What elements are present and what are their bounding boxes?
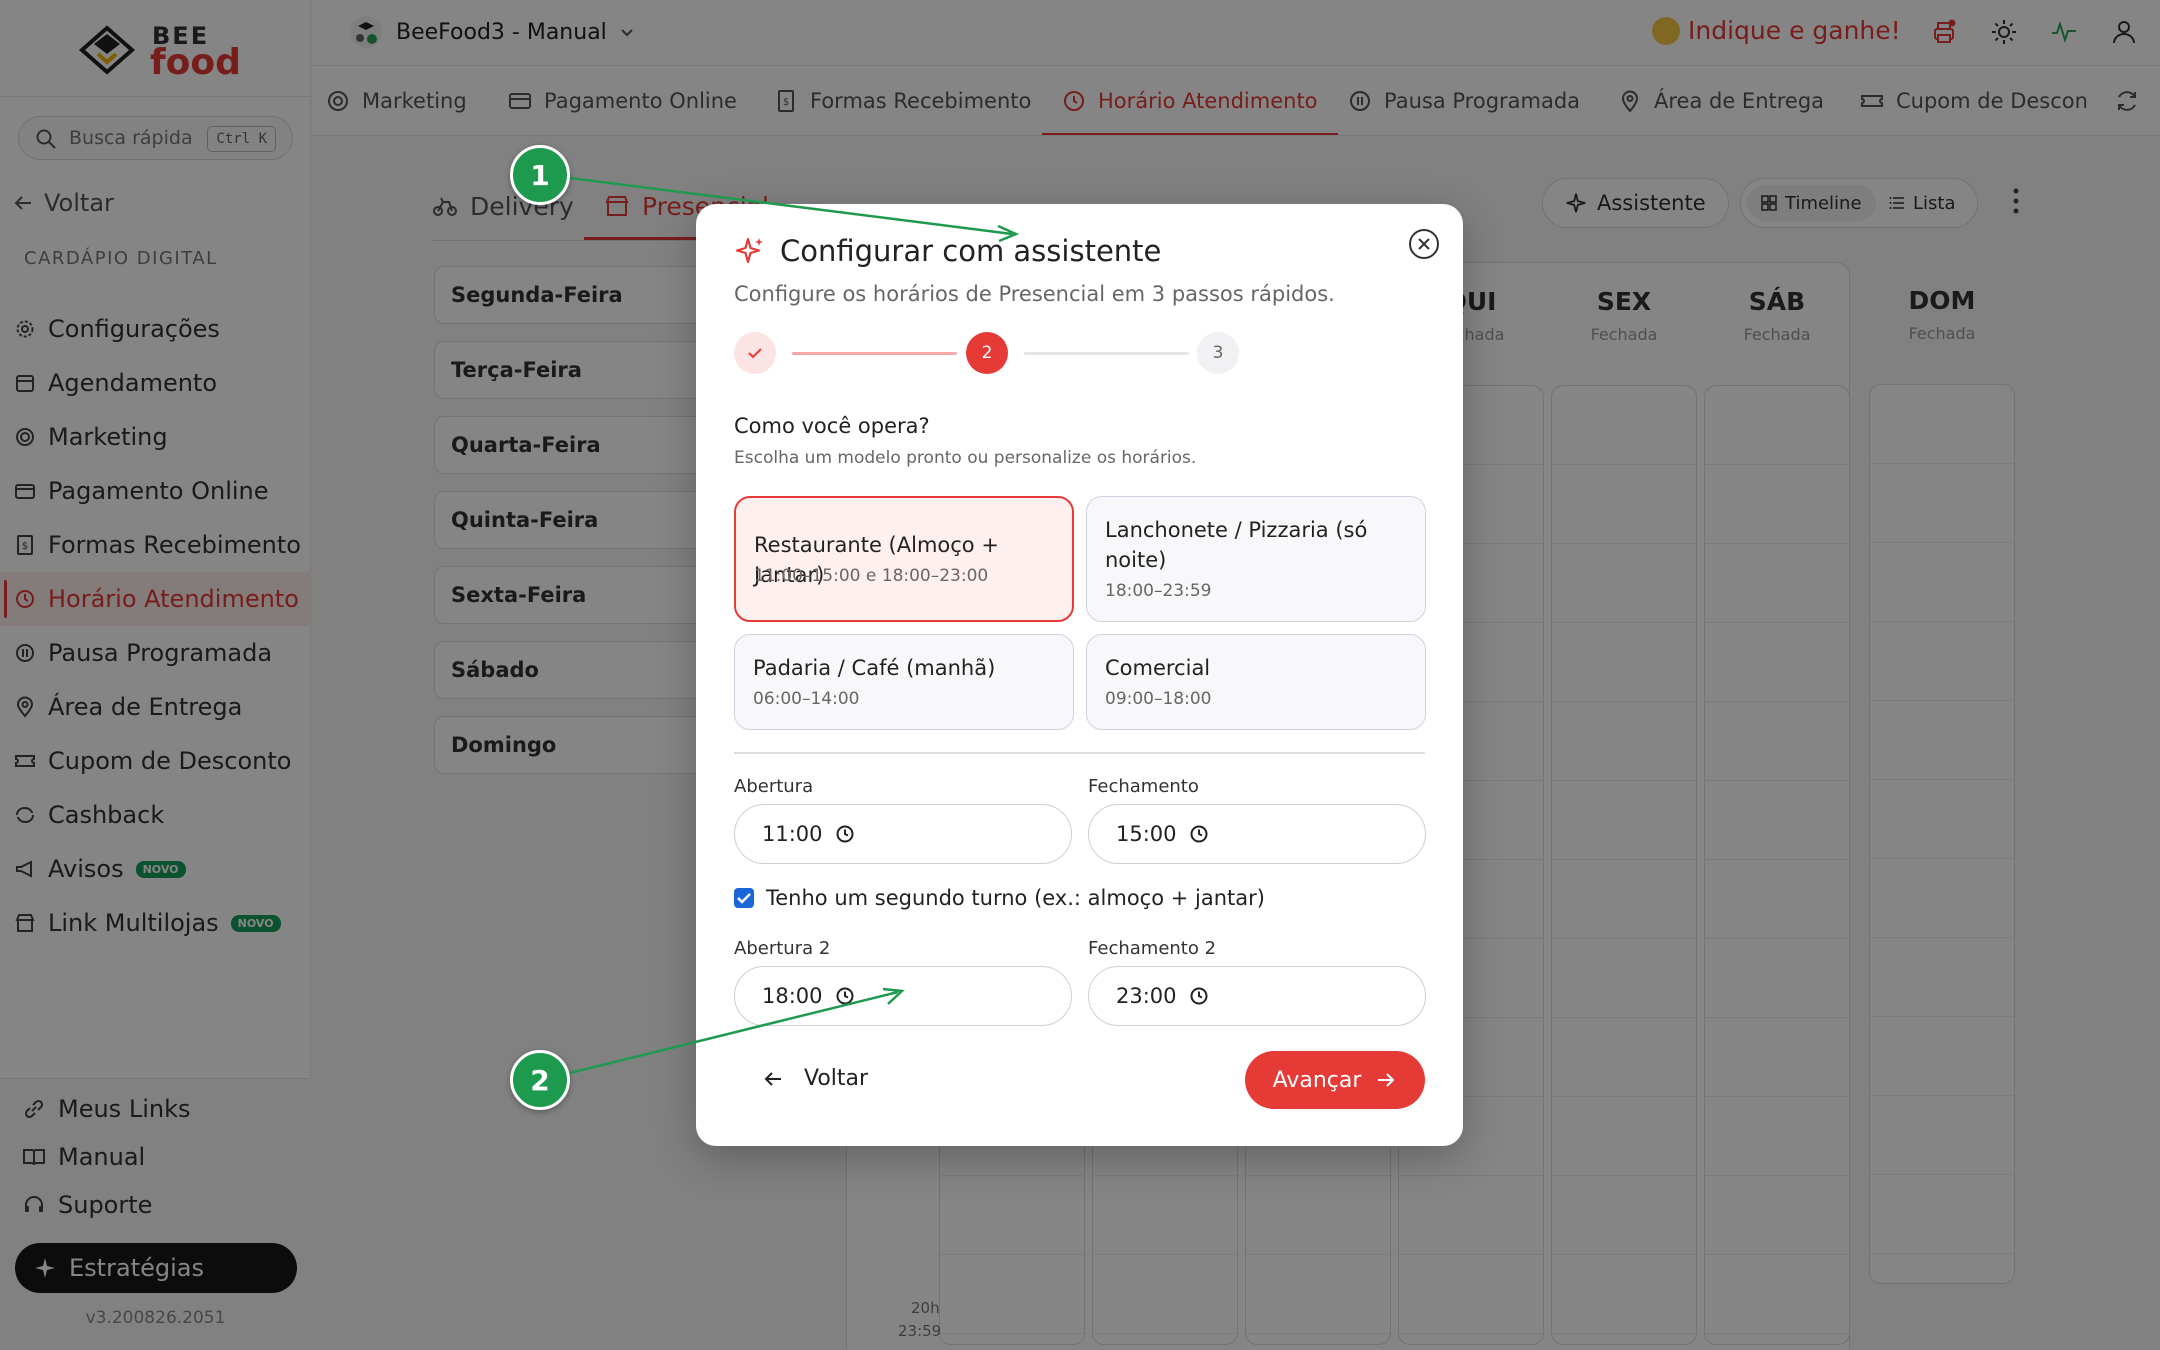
dialog-divider [734,752,1425,754]
option-hours: 11:00–15:00 e 18:00–23:00 [754,566,989,586]
opening-label: Abertura [734,776,814,797]
opening2-time-input[interactable]: 18:00 [734,966,1072,1026]
opening2-label: Abertura 2 [734,938,831,959]
back-button-label: Voltar [804,1066,869,1091]
option-lanchonete-pizzaria[interactable]: Lanchonete / Pizzaria (só noite) 18:00–2… [1086,496,1426,622]
option-hours: 18:00–23:59 [1105,581,1212,601]
assistant-dialog: Configurar com assistente Configure os h… [696,204,1463,1146]
question-hint: Escolha um modelo pronto ou personalize … [734,448,1197,468]
closing-time-input[interactable]: 15:00 [1088,804,1426,864]
clock-icon[interactable] [835,986,855,1006]
option-restaurante[interactable]: Restaurante (Almoço + Jantar) 11:00–15:0… [734,496,1074,622]
closing2-time-value: 23:00 [1116,984,1177,1008]
clock-icon[interactable] [1189,824,1209,844]
closing-label: Fechamento [1088,776,1199,797]
second-shift-label: Tenho um segundo turno (ex.: almoço + ja… [766,886,1265,910]
closing2-time-input[interactable]: 23:00 [1088,966,1426,1026]
close-icon [1418,238,1430,250]
clock-icon[interactable] [835,824,855,844]
close-button[interactable] [1409,229,1439,259]
step-connector-pending [1024,352,1189,355]
arrow-left-icon [764,1071,781,1086]
option-title: Lanchonete / Pizzaria (só noite) [1105,518,1368,572]
step-1-complete [734,332,776,374]
option-padaria-cafe[interactable]: Padaria / Café (manhã) 06:00–14:00 [734,634,1074,730]
option-comercial[interactable]: Comercial 09:00–18:00 [1086,634,1426,730]
check-icon [748,348,762,359]
option-hours: 09:00–18:00 [1105,689,1212,709]
option-title: Comercial [1105,656,1211,680]
opening-time-input[interactable]: 11:00 [734,804,1072,864]
annotation-marker-1: 1 [510,145,570,205]
step-2-current: 2 [966,332,1008,374]
annotation-marker-2: 2 [510,1050,570,1110]
question-title: Como você opera? [734,414,930,438]
sparkle-icon [735,237,763,264]
opening-time-value: 11:00 [762,822,823,846]
next-button[interactable]: Avançar [1245,1051,1425,1109]
step-3-pending: 3 [1197,332,1239,374]
dialog-title-text: Configurar com assistente [780,234,1162,268]
option-hours: 06:00–14:00 [753,689,860,709]
back-button[interactable]: Voltar [762,1066,868,1091]
clock-icon[interactable] [1189,986,1209,1006]
checkbox-checked[interactable] [734,888,754,908]
step-connector-done [792,352,957,355]
dialog-title: Configurar com assistente [734,234,1161,268]
wizard-stepper: 2 3 [734,332,1254,376]
opening2-time-value: 18:00 [762,984,823,1008]
option-title: Padaria / Café (manhã) [753,656,996,680]
check-icon [737,893,751,904]
arrow-right-icon [1378,1073,1395,1087]
next-button-label: Avançar [1272,1067,1362,1093]
closing2-label: Fechamento 2 [1088,938,1217,959]
dialog-subtitle: Configure os horários de Presencial em 3… [734,282,1335,306]
second-shift-checkbox[interactable]: Tenho um segundo turno (ex.: almoço + ja… [734,886,1265,910]
closing-time-value: 15:00 [1116,822,1177,846]
